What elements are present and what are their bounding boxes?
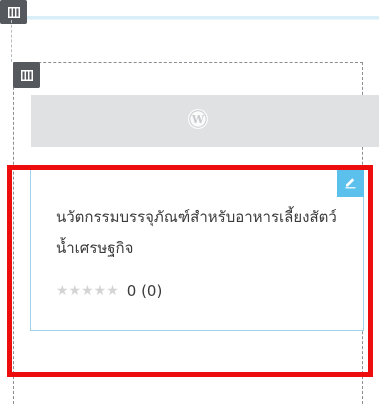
edit-button[interactable]: [337, 169, 364, 197]
star-rating: ★★★★★: [56, 283, 119, 299]
wordpress-icon: W: [187, 108, 223, 134]
product-title[interactable]: นวัตกรรมบรรจุภัณฑ์สำหรับอาหารเลี้ยงสัตว์…: [56, 202, 346, 264]
rating-row: ★★★★★ 0 (0): [56, 282, 162, 300]
column-handle[interactable]: [13, 62, 40, 88]
product-card[interactable]: นวัตกรรมบรรจุภัณฑ์สำหรับอาหารเลี้ยงสัตว์…: [30, 169, 364, 331]
svg-text:W: W: [191, 113, 205, 126]
columns-icon: [7, 6, 20, 18]
page-builder-canvas: W นวัตกรรมบรรจุภัณฑ์สำหรับอาหารเลี้ยงสัต…: [0, 0, 379, 404]
rating-count: 0 (0): [126, 282, 163, 300]
columns-icon: [20, 69, 33, 81]
image-placeholder[interactable]: W: [31, 95, 379, 147]
section-divider-shadow: [0, 19, 379, 20]
pencil-icon: [344, 174, 357, 193]
section-outline: [11, 20, 12, 62]
section-handle[interactable]: [0, 0, 27, 24]
